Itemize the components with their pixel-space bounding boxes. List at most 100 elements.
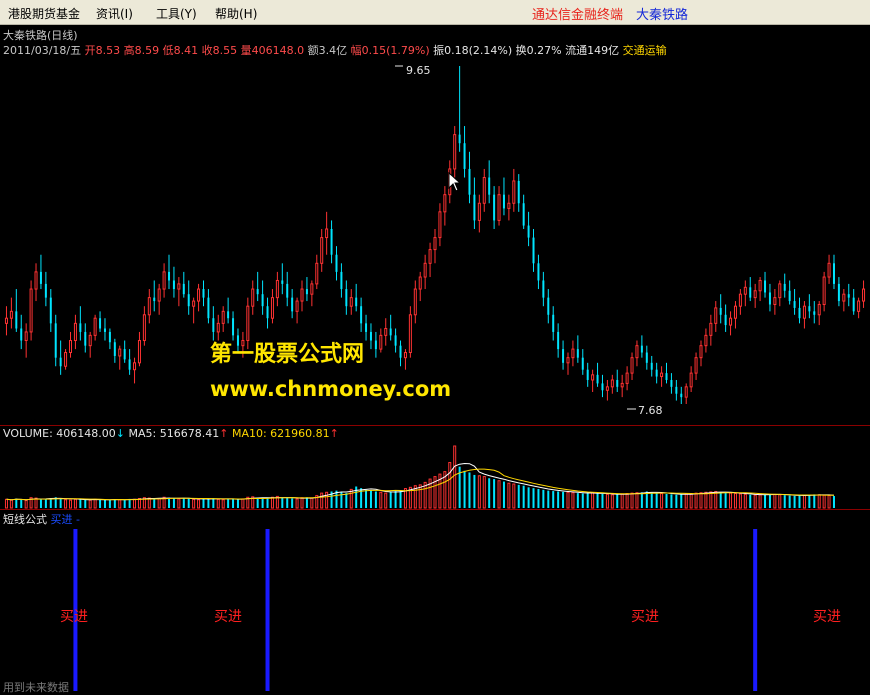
candle-down[interactable] bbox=[207, 297, 210, 319]
candle-down[interactable] bbox=[719, 307, 722, 315]
candle-down[interactable] bbox=[212, 318, 215, 332]
candle-up[interactable] bbox=[625, 372, 629, 384]
candle-up[interactable] bbox=[438, 211, 442, 239]
candle-up[interactable] bbox=[497, 194, 501, 221]
candle-up[interactable] bbox=[137, 340, 141, 364]
candle-down[interactable] bbox=[227, 311, 230, 319]
candle-down[interactable] bbox=[552, 314, 555, 332]
candle-up[interactable] bbox=[778, 283, 782, 299]
candle-down[interactable] bbox=[79, 323, 82, 332]
candle-down[interactable] bbox=[389, 328, 392, 336]
candle-up[interactable] bbox=[694, 357, 698, 374]
candle-up[interactable] bbox=[709, 322, 713, 336]
candle-down[interactable] bbox=[680, 393, 683, 398]
candle-up[interactable] bbox=[34, 271, 38, 290]
candle-down[interactable] bbox=[374, 340, 377, 350]
candle-up[interactable] bbox=[428, 249, 432, 264]
candle-up[interactable] bbox=[482, 177, 486, 204]
candle-up[interactable] bbox=[571, 348, 575, 359]
candle-down[interactable] bbox=[542, 280, 545, 298]
candle-up[interactable] bbox=[379, 334, 383, 350]
candle-up[interactable] bbox=[817, 303, 821, 316]
candle-down[interactable] bbox=[39, 271, 42, 284]
candle-up[interactable] bbox=[566, 357, 570, 364]
candle-up[interactable] bbox=[192, 300, 196, 307]
candle-up[interactable] bbox=[408, 314, 412, 354]
candle-up[interactable] bbox=[177, 283, 181, 290]
candle-up[interactable] bbox=[605, 386, 609, 391]
candle-up[interactable] bbox=[216, 322, 220, 333]
candle-down[interactable] bbox=[537, 263, 540, 281]
candle-up[interactable] bbox=[758, 279, 762, 292]
candle-up[interactable] bbox=[443, 194, 447, 213]
candle-down[interactable] bbox=[468, 168, 471, 195]
candle-up[interactable] bbox=[147, 297, 151, 316]
candle-down[interactable] bbox=[59, 357, 62, 367]
candle-up[interactable] bbox=[133, 362, 137, 371]
candle-down[interactable] bbox=[749, 287, 752, 298]
candle-up[interactable] bbox=[862, 288, 866, 302]
candle-down[interactable] bbox=[493, 194, 496, 221]
candle-down[interactable] bbox=[256, 289, 259, 295]
candle-down[interactable] bbox=[488, 177, 491, 195]
candle-up[interactable] bbox=[88, 334, 92, 347]
candle-down[interactable] bbox=[581, 357, 584, 370]
candle-down[interactable] bbox=[596, 374, 599, 384]
candle-down[interactable] bbox=[123, 349, 126, 360]
candle-down[interactable] bbox=[99, 318, 102, 329]
candle-up[interactable] bbox=[197, 288, 201, 302]
candle-down[interactable] bbox=[793, 301, 796, 308]
candle-down[interactable] bbox=[616, 379, 619, 387]
candle-up[interactable] bbox=[738, 293, 742, 307]
candle-down[interactable] bbox=[788, 290, 791, 302]
candle-up[interactable] bbox=[29, 288, 33, 333]
candle-up[interactable] bbox=[699, 345, 703, 359]
candle-down[interactable] bbox=[340, 271, 343, 290]
candle-up[interactable] bbox=[157, 288, 161, 302]
candle-up[interactable] bbox=[684, 386, 688, 398]
candle-down[interactable] bbox=[798, 307, 801, 319]
candle-down[interactable] bbox=[291, 297, 294, 312]
candle-down[interactable] bbox=[54, 323, 57, 358]
menu-tools[interactable]: 工具(Y) bbox=[156, 5, 197, 22]
candle-down[interactable] bbox=[724, 314, 727, 326]
candle-down[interactable] bbox=[502, 194, 505, 209]
candle-down[interactable] bbox=[365, 323, 368, 332]
candle-up[interactable] bbox=[325, 228, 329, 239]
candle-down[interactable] bbox=[645, 352, 648, 363]
candle-down[interactable] bbox=[44, 283, 47, 298]
candle-up[interactable] bbox=[93, 317, 97, 336]
candle-down[interactable] bbox=[305, 289, 308, 295]
candle-up[interactable] bbox=[477, 202, 481, 221]
candle-down[interactable] bbox=[261, 294, 264, 307]
candle-up[interactable] bbox=[221, 310, 225, 324]
candle-down[interactable] bbox=[670, 379, 673, 387]
candle-down[interactable] bbox=[655, 369, 658, 377]
candle-down[interactable] bbox=[84, 331, 87, 346]
candle-up[interactable] bbox=[64, 352, 68, 367]
candle-down[interactable] bbox=[665, 373, 668, 380]
candle-down[interactable] bbox=[852, 297, 855, 312]
candle-up[interactable] bbox=[24, 331, 28, 342]
candle-down[interactable] bbox=[650, 362, 653, 370]
candle-down[interactable] bbox=[202, 289, 205, 298]
candle-down[interactable] bbox=[15, 311, 18, 329]
menu-help[interactable]: 帮助(H) bbox=[215, 5, 257, 22]
candle-down[interactable] bbox=[527, 225, 530, 238]
candle-up[interactable] bbox=[714, 307, 718, 324]
candle-up[interactable] bbox=[610, 379, 614, 388]
candle-up[interactable] bbox=[315, 262, 319, 285]
menu-info[interactable]: 资讯(I) bbox=[96, 5, 133, 22]
candle-up[interactable] bbox=[660, 372, 664, 378]
candle-up[interactable] bbox=[857, 300, 861, 312]
candle-down[interactable] bbox=[562, 349, 565, 363]
candle-up[interactable] bbox=[251, 288, 255, 307]
candle-up[interactable] bbox=[275, 279, 279, 299]
candle-down[interactable] bbox=[108, 331, 111, 343]
candle-down[interactable] bbox=[330, 228, 333, 255]
candle-down[interactable] bbox=[517, 180, 520, 204]
candle-up[interactable] bbox=[142, 314, 146, 342]
candle-down[interactable] bbox=[345, 289, 348, 307]
candle-down[interactable] bbox=[266, 306, 269, 319]
candle-up[interactable] bbox=[802, 305, 806, 319]
